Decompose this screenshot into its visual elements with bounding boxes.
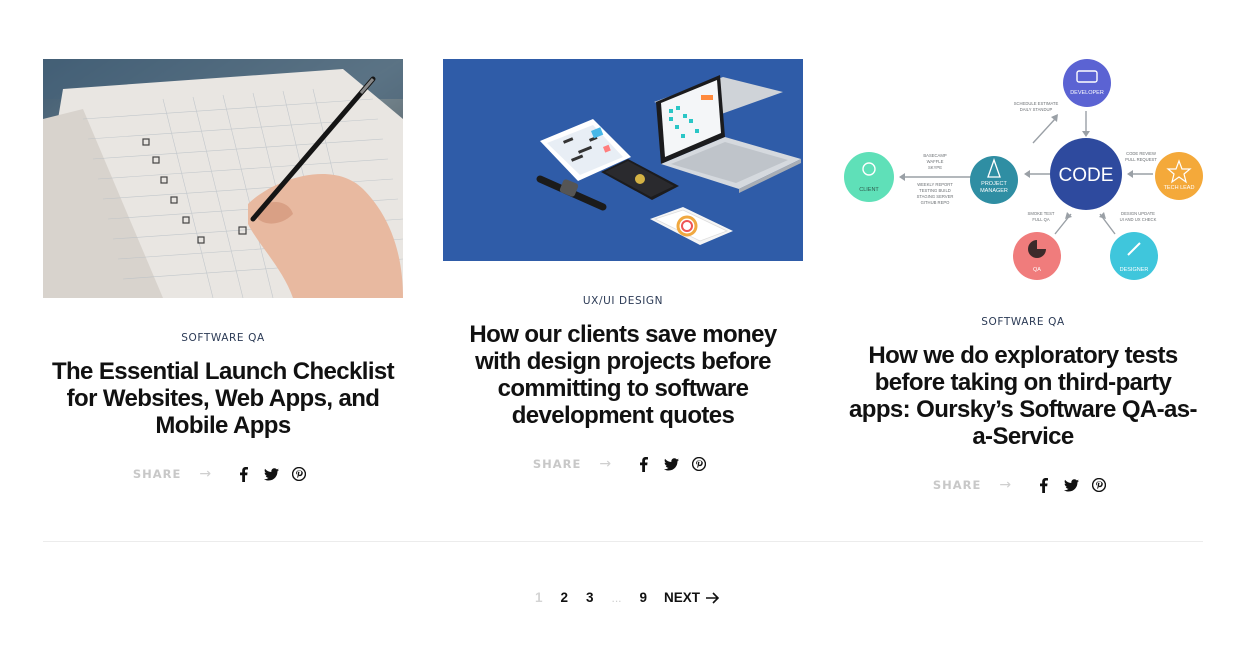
qa-label: QA [1033,267,1041,273]
share-label: SHARE [932,478,982,492]
share-bar: SHARE → [443,454,803,474]
qa-workflow-diagram: BASECAMP WAFFLE SKYPE WEEKLY REPORT TEST… [843,59,1203,282]
diagram-note: STAGING SERVER [917,194,954,199]
pm-label: PROJECT [981,181,1007,187]
pinterest-icon[interactable] [285,464,313,484]
arrow-right-icon: → [199,466,212,482]
title-line: committing to software [497,375,749,402]
developer-label: DEVELOPER [1070,90,1104,96]
title-line: with design projects before [475,348,771,375]
share-label: SHARE [132,467,182,481]
facebook-icon[interactable] [1029,475,1057,495]
share-bar: SHARE → [843,475,1203,495]
section-divider [43,541,1203,542]
pagination-ellipsis: ... [611,590,622,605]
twitter-icon[interactable] [257,464,285,484]
diagram-note: DAILY STANDUP [1020,107,1053,112]
post-category[interactable]: SOFTWARE QA [43,332,403,344]
next-page-button[interactable]: NEXT [664,590,720,605]
pm-label: MANAGER [980,188,1008,194]
post-card-1: SOFTWARE QA The Essential Launch Checkli… [43,59,403,484]
arrow-right-icon [706,591,720,604]
tech-lead-label: TECH LEAD [1164,185,1195,191]
diagram-note: SCHEDULE ESTIMATE [1014,101,1059,106]
title-line: How our clients save money [469,321,777,348]
diagram-note: WAFFLE [927,159,944,164]
title-line: before taking on third-party [874,369,1172,396]
pagination: 1 2 3 ... 9 NEXT [0,590,1246,605]
facebook-icon[interactable] [229,464,257,484]
post-category[interactable]: UX/UI DESIGN [443,295,803,307]
diagram-note: PULL REQUEST [1125,157,1157,162]
post-thumbnail-checklist[interactable] [43,59,403,298]
diagram-note: UI AND UX CHECK [1120,217,1157,222]
diagram-note: WEEKLY REPORT [917,182,953,187]
title-line: development quotes [511,402,735,429]
developer-node [1063,59,1111,107]
diagram-note: CODE REVIEW [1126,151,1156,156]
arrow-right-icon: → [999,477,1012,493]
client-node [844,152,894,202]
share-label: SHARE [532,457,582,471]
page-current: 1 [534,590,543,605]
diagram-note: SMOKE TEST [1028,211,1055,216]
page-link[interactable]: 2 [551,590,577,605]
diagram-note: SKYPE [928,165,942,170]
post-card-3: BASECAMP WAFFLE SKYPE WEEKLY REPORT TEST… [843,59,1203,495]
next-label: NEXT [664,590,701,605]
designer-label: DESIGNER [1120,267,1149,273]
diagram-note: GITHUB REPO [921,200,951,205]
project-manager-node [970,156,1018,204]
devices-illustration [443,59,803,261]
twitter-icon[interactable] [657,454,685,474]
title-line: How we do exploratory tests [868,342,1178,369]
checklist-photo [43,59,403,298]
code-label: CODE [1059,165,1114,186]
post-category[interactable]: SOFTWARE QA [843,316,1203,328]
client-label: CLIENT [859,187,879,193]
post-title[interactable]: The Essential Launch Checklist for Websi… [43,358,403,439]
title-line: a-Service [972,423,1074,450]
twitter-icon[interactable] [1057,475,1085,495]
pinterest-icon[interactable] [685,454,713,474]
title-line: for Websites, Web Apps, and [66,385,380,412]
title-line: Mobile Apps [155,412,291,439]
facebook-icon[interactable] [629,454,657,474]
page-link-last[interactable]: 9 [631,590,657,605]
title-line: apps: Oursky’s Software QA-as- [849,396,1197,423]
post-thumbnail-devices[interactable] [443,59,803,261]
diagram-note: BASECAMP [923,153,946,158]
arrow-right-icon: → [599,456,612,472]
pinterest-icon[interactable] [1085,475,1113,495]
post-title[interactable]: How we do exploratory tests before takin… [843,342,1203,450]
post-card-2: UX/UI DESIGN How our clients save money … [443,59,803,474]
tech-lead-node [1155,152,1203,200]
page-link[interactable]: 3 [577,590,603,605]
post-title[interactable]: How our clients save money with design p… [443,321,803,429]
title-line: The Essential Launch Checklist [51,358,395,385]
diagram-note: TESTING BUILD [919,188,951,193]
diagram-note: FULL QA [1032,217,1050,222]
post-thumbnail-qa-diagram[interactable]: BASECAMP WAFFLE SKYPE WEEKLY REPORT TEST… [843,59,1203,282]
diagram-note: DESIGN UPDATE [1121,211,1155,216]
share-bar: SHARE → [43,464,403,484]
